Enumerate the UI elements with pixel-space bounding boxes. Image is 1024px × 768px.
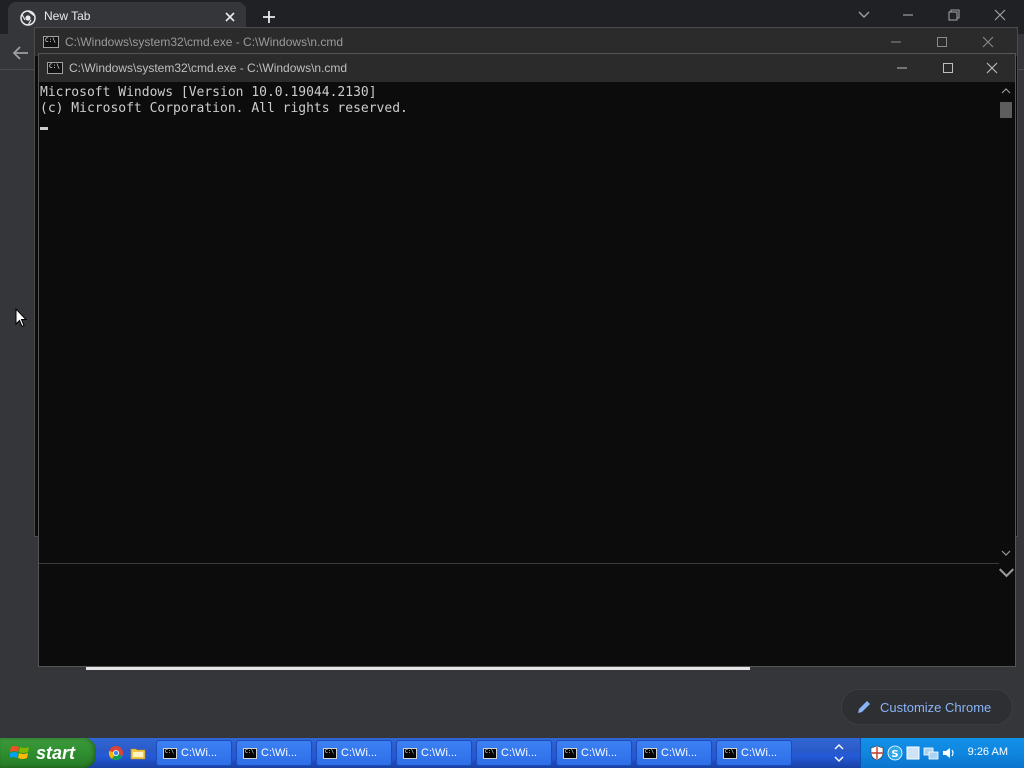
- close-icon: [982, 36, 994, 48]
- console-output[interactable]: Microsoft Windows [Version 10.0.19044.21…: [39, 82, 999, 562]
- minimize-icon: [891, 41, 901, 43]
- customize-chrome-label: Customize Chrome: [880, 699, 992, 715]
- cmd-icon: C:\: [403, 747, 417, 759]
- cmd-icon: C:\: [483, 747, 497, 759]
- restore-icon[interactable]: [940, 4, 968, 26]
- cmd-icon: C:\: [723, 747, 737, 759]
- taskbar-item-cmd[interactable]: C:\ C:\Wi...: [556, 740, 632, 766]
- taskbar-item-cmd[interactable]: C:\ C:\Wi...: [156, 740, 232, 766]
- maximize-button[interactable]: [919, 28, 965, 56]
- vertical-scrollbar-lower[interactable]: [998, 564, 1015, 666]
- svg-text:S: S: [891, 749, 898, 760]
- taskbar-item-cmd[interactable]: C:\ C:\Wi...: [716, 740, 792, 766]
- taskbar-item-label: C:\Wi...: [261, 747, 298, 759]
- cmd-icon: C:\: [243, 747, 257, 759]
- maximize-icon: [943, 63, 953, 73]
- console-line: Microsoft Windows [Version 10.0.19044.21…: [40, 85, 377, 100]
- taskbar-item-label: C:\Wi...: [661, 747, 698, 759]
- mouse-pointer-icon: [15, 308, 27, 328]
- cmd-icon: C:\: [563, 747, 577, 759]
- network-icon[interactable]: [923, 745, 939, 761]
- taskbar-item-label: C:\Wi...: [501, 747, 538, 759]
- scroll-up-arrow-icon[interactable]: [1001, 86, 1011, 96]
- pencil-icon: [858, 701, 870, 713]
- close-button[interactable]: [969, 54, 1015, 82]
- windows-flag-icon: [10, 746, 29, 759]
- vertical-scrollbar[interactable]: [998, 82, 1015, 562]
- scroll-down-arrow-icon[interactable]: [1001, 548, 1011, 558]
- chevron-down-icon[interactable]: [850, 4, 878, 26]
- chrome-quicklaunch-icon[interactable]: [108, 745, 124, 761]
- text-cursor: [40, 127, 48, 130]
- taskbar: start C:\ C:\Wi... C:\ C:\Wi... C:\ C:\W…: [0, 738, 1024, 768]
- taskbar-item-label: C:\Wi...: [181, 747, 218, 759]
- minimize-button[interactable]: [879, 54, 925, 82]
- window-title: C:\Windows\system32\cmd.exe - C:\Windows…: [65, 35, 344, 49]
- system-tray: S 9:26 AM: [860, 738, 1024, 768]
- minimize-button[interactable]: [873, 28, 919, 56]
- chrome-logo-icon: [20, 10, 36, 26]
- skype-icon[interactable]: S: [887, 745, 903, 761]
- cmd-icon: C:\: [43, 36, 59, 48]
- taskbar-item-label: C:\Wi...: [581, 747, 618, 759]
- cmd-front-titlebar[interactable]: C:\ C:\Windows\system32\cmd.exe - C:\Win…: [39, 54, 1015, 82]
- cmd-icon: C:\: [163, 747, 177, 759]
- taskbar-item-cmd[interactable]: C:\ C:\Wi...: [396, 740, 472, 766]
- shield-icon[interactable]: [869, 745, 885, 761]
- maximize-icon: [937, 37, 947, 47]
- cmd-back-titlebar[interactable]: C:\ C:\Windows\system32\cmd.exe - C:\Win…: [35, 28, 1017, 56]
- volume-icon[interactable]: [941, 745, 957, 761]
- folder-icon[interactable]: [130, 745, 146, 761]
- taskbar-item-cmd[interactable]: C:\ C:\Wi...: [236, 740, 312, 766]
- cmd-icon: C:\: [323, 747, 337, 759]
- taskbar-item-cmd[interactable]: C:\ C:\Wi...: [316, 740, 392, 766]
- maximize-button[interactable]: [925, 54, 971, 82]
- console-lower-pane[interactable]: [39, 564, 999, 666]
- cmd-icon: C:\: [47, 62, 63, 74]
- horizontal-bar: [86, 667, 750, 670]
- customize-chrome-button[interactable]: Customize Chrome: [842, 690, 1012, 724]
- scrollbar-thumb[interactable]: [1000, 102, 1012, 118]
- close-button[interactable]: [965, 28, 1011, 56]
- cmd-icon: C:\: [643, 747, 657, 759]
- console-line: (c) Microsoft Corporation. All rights re…: [40, 101, 408, 116]
- display-icon[interactable]: [905, 745, 921, 761]
- taskbar-item-label: C:\Wi...: [421, 747, 458, 759]
- taskbar-item-cmd[interactable]: C:\ C:\Wi...: [476, 740, 552, 766]
- close-icon[interactable]: [986, 4, 1014, 26]
- window-title: C:\Windows\system32\cmd.exe - C:\Windows…: [69, 61, 348, 75]
- close-icon[interactable]: [222, 9, 238, 25]
- taskbar-scroll-arrows-icon[interactable]: [832, 740, 846, 766]
- minimize-icon: [897, 67, 907, 69]
- back-arrow-icon[interactable]: [10, 42, 32, 64]
- close-icon: [986, 62, 998, 74]
- tab-title: New Tab: [44, 9, 91, 23]
- start-label: start: [36, 742, 76, 763]
- minimize-icon[interactable]: [894, 4, 922, 26]
- cmd-window-front[interactable]: C:\ C:\Windows\system32\cmd.exe - C:\Win…: [38, 53, 1016, 667]
- new-tab-plus-icon[interactable]: [258, 6, 280, 28]
- start-button[interactable]: start: [0, 738, 96, 768]
- clock[interactable]: 9:26 AM: [968, 746, 1008, 758]
- scroll-down-arrow-icon[interactable]: [998, 564, 1015, 581]
- taskbar-item-cmd[interactable]: C:\ C:\Wi...: [636, 740, 712, 766]
- taskbar-item-label: C:\Wi...: [341, 747, 378, 759]
- taskbar-item-label: C:\Wi...: [741, 747, 778, 759]
